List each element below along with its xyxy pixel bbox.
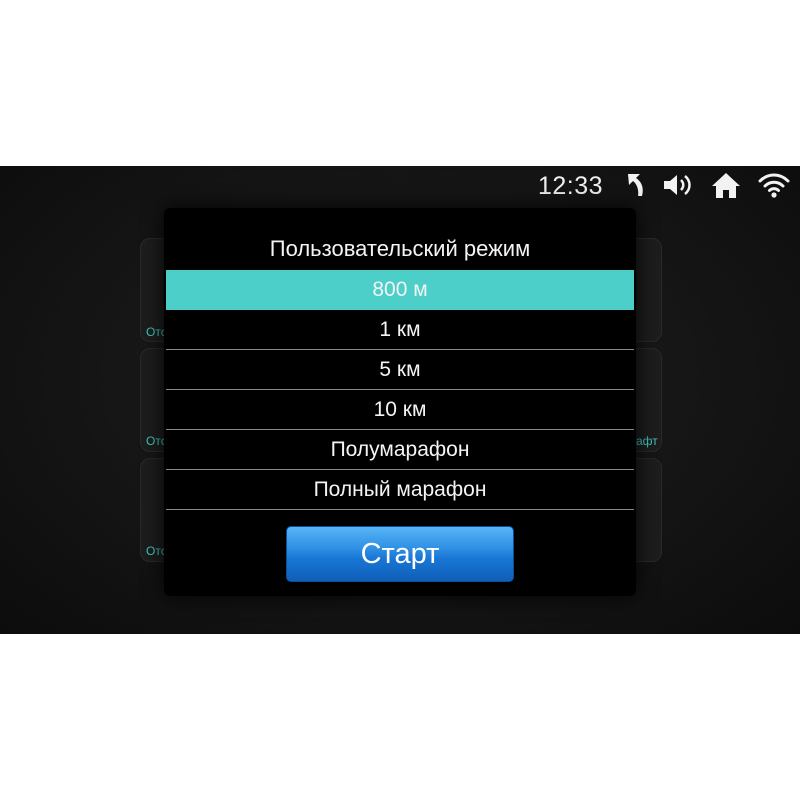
start-button[interactable]: Старт xyxy=(286,526,514,582)
option-half-marathon[interactable]: Полумарафон xyxy=(166,430,634,470)
back-icon[interactable] xyxy=(620,170,652,200)
option-800m[interactable]: 800 м xyxy=(166,270,634,310)
distance-option-list: 800 м 1 км 5 км 10 км Полумарафон Полный… xyxy=(166,270,634,510)
status-bar: 12:33 xyxy=(0,166,800,204)
clock: 12:33 xyxy=(538,172,604,200)
dialog-title: Пользовательский режим xyxy=(269,236,531,261)
volume-icon[interactable] xyxy=(662,170,694,200)
option-full-marathon[interactable]: Полный марафон xyxy=(166,470,634,510)
wifi-icon xyxy=(758,173,790,198)
custom-mode-dialog: Пользовательский режим 800 м 1 км 5 км 1… xyxy=(164,208,636,596)
home-icon[interactable] xyxy=(710,170,742,200)
tile-label: афт xyxy=(636,434,658,448)
option-1km[interactable]: 1 км xyxy=(166,310,634,350)
option-10km[interactable]: 10 км xyxy=(166,390,634,430)
option-5km[interactable]: 5 км xyxy=(166,350,634,390)
app-screen: Отс Отс Отс афт 12:33 Пользовательский р… xyxy=(0,166,800,634)
